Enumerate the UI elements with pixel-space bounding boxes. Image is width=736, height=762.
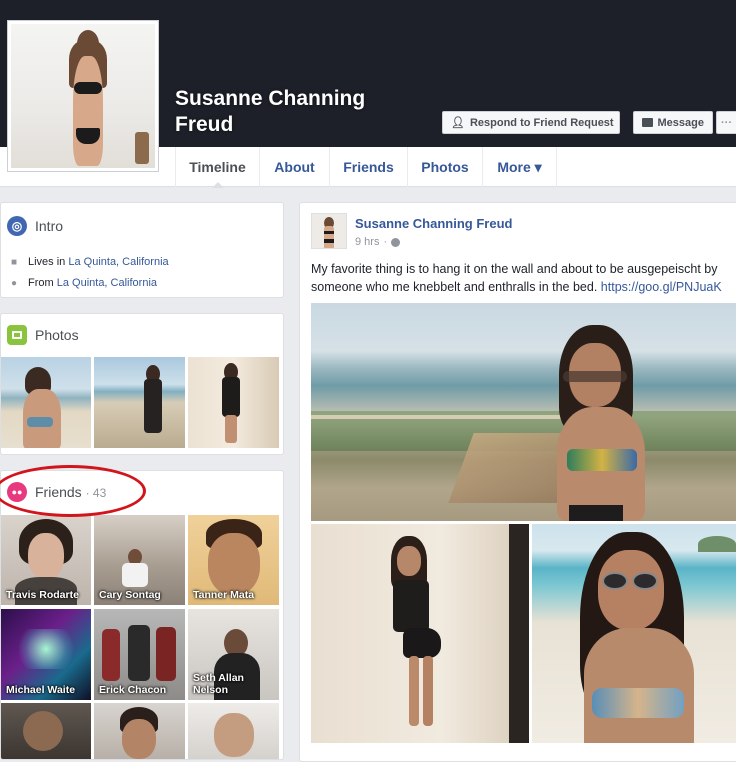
friend-name: Tanner Mata: [193, 589, 255, 601]
message-icon: [642, 118, 653, 127]
post-text: My favorite thing is to hang it on the w…: [311, 260, 736, 296]
profile-picture[interactable]: [7, 20, 159, 172]
friend-tile[interactable]: [1, 703, 91, 759]
photos-title: Photos: [35, 327, 79, 343]
intro-header: ◎ Intro: [7, 216, 63, 236]
intro-from: ● From La Quinta, California: [9, 277, 157, 289]
photo-thumbnail[interactable]: [188, 357, 279, 448]
friend-tile[interactable]: Seth Allan Nelson: [188, 609, 279, 700]
friend-name: Cary Sontag: [99, 589, 161, 601]
tab-photos-label: Photos: [421, 159, 469, 175]
friend-tile[interactable]: Travis Rodarte: [1, 515, 91, 605]
dot-separator: ·: [383, 236, 388, 248]
photo-thumbnail[interactable]: [1, 357, 91, 448]
from-link[interactable]: La Quinta, California: [57, 277, 157, 289]
tab-about-label: About: [274, 159, 315, 175]
respond-label: Respond to Friend Request: [469, 116, 614, 129]
friend-name: Travis Rodarte: [6, 589, 79, 601]
photo-thumbnail[interactable]: [94, 357, 185, 448]
person-add-icon: 👤︎: [451, 117, 465, 129]
lives-prefix: Lives in: [28, 256, 66, 268]
post-timestamp[interactable]: 9 hrs ·: [355, 236, 401, 248]
tab-friends-label: Friends: [343, 159, 394, 175]
photos-card: Photos: [0, 313, 284, 455]
tab-friends[interactable]: Friends: [329, 147, 407, 187]
respond-friend-request-button[interactable]: 👤︎ Respond to Friend Request: [442, 111, 620, 134]
post-photo-main[interactable]: [311, 303, 736, 521]
friend-name: Erick Chacon: [99, 684, 167, 696]
post-time-text: 9 hrs: [355, 236, 380, 248]
public-globe-icon: [391, 237, 401, 247]
tab-timeline[interactable]: Timeline: [175, 147, 259, 188]
lives-in-link[interactable]: La Quinta, California: [68, 256, 168, 268]
intro-lives-in: ■ Lives in La Quinta, California: [9, 256, 169, 268]
friends-card: ●● Friends · 43 Travis Rodarte Cary Sont…: [0, 470, 284, 760]
tab-photos[interactable]: Photos: [407, 147, 482, 187]
friend-name: Michael Waite: [6, 684, 76, 696]
photos-header[interactable]: Photos: [7, 325, 79, 345]
profile-name: Susanne Channing Freud: [175, 87, 366, 136]
intro-title: Intro: [35, 218, 64, 234]
friend-tile[interactable]: Erick Chacon: [94, 609, 185, 700]
globe-icon: ◎: [7, 216, 27, 236]
friends-header[interactable]: ●● Friends · 43: [7, 482, 106, 502]
friend-tile[interactable]: [94, 703, 185, 759]
tab-more[interactable]: More ▾: [482, 147, 557, 187]
friend-tile[interactable]: [188, 703, 279, 759]
friend-tile[interactable]: Cary Sontag: [94, 515, 185, 605]
friend-tile[interactable]: Tanner Mata: [188, 515, 279, 605]
friend-tile[interactable]: Michael Waite: [1, 609, 91, 700]
intro-card: ◎ Intro ■ Lives in La Quinta, California…: [0, 202, 284, 298]
message-button[interactable]: Message: [633, 111, 713, 134]
home-icon: ■: [10, 256, 18, 268]
photos-icon: [7, 325, 27, 345]
post-author-name[interactable]: Susanne Channing Freud: [355, 216, 512, 231]
tab-about[interactable]: About: [259, 147, 329, 187]
message-label: Message: [657, 116, 704, 129]
post-photo-secondary[interactable]: [311, 524, 529, 743]
post-link[interactable]: https://goo.gl/PNJuaK: [601, 280, 722, 294]
more-icon: ···: [721, 116, 732, 129]
from-prefix: From: [28, 277, 54, 289]
friends-icon: ●●: [7, 482, 27, 502]
tab-more-label: More ▾: [497, 158, 542, 175]
friend-name: Seth Allan Nelson: [193, 672, 244, 696]
location-pin-icon: ●: [10, 277, 18, 289]
tab-timeline-label: Timeline: [189, 159, 246, 175]
more-options-button[interactable]: ···: [716, 111, 736, 134]
friends-count: · 43: [85, 486, 107, 500]
post-author-avatar[interactable]: [311, 213, 347, 249]
post-photo-tertiary[interactable]: [532, 524, 736, 743]
friends-title: Friends: [35, 484, 82, 500]
